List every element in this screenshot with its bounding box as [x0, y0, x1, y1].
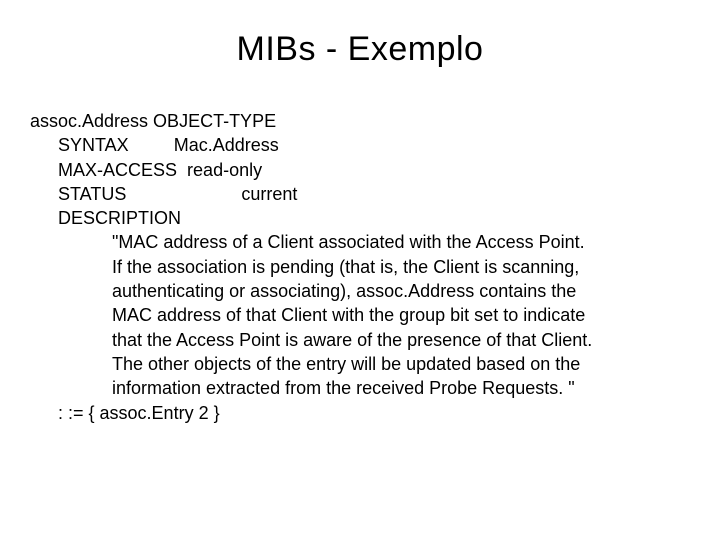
object-declaration: assoc.Address OBJECT-TYPE: [30, 109, 690, 133]
slide-title: MIBs - Exemplo: [30, 30, 690, 69]
status-value: current: [241, 184, 297, 204]
description-line: MAC address of that Client with the grou…: [112, 303, 690, 327]
description-line: that the Access Point is aware of the pr…: [112, 328, 690, 352]
syntax-value: Mac.Address: [174, 135, 279, 155]
description-key-line: DESCRIPTION: [58, 206, 690, 230]
status-key: STATUS: [58, 184, 126, 204]
syntax-key: SYNTAX: [58, 135, 129, 155]
description-line: The other objects of the entry will be u…: [112, 352, 690, 376]
max-access-line: MAX-ACCESS read-only: [58, 158, 690, 182]
description-line: information extracted from the received …: [112, 376, 690, 400]
description-line: If the association is pending (that is, …: [112, 255, 690, 279]
slide: MIBs - Exemplo assoc.Address OBJECT-TYPE…: [0, 0, 720, 540]
max-access-key: MAX-ACCESS: [58, 160, 177, 180]
syntax-line: SYNTAX Mac.Address: [58, 133, 690, 157]
assignment-line: : := { assoc.Entry 2 }: [58, 401, 690, 425]
status-line: STATUS current: [58, 182, 690, 206]
description-line: authenticating or associating), assoc.Ad…: [112, 279, 690, 303]
max-access-value: read-only: [187, 160, 262, 180]
mib-definition: assoc.Address OBJECT-TYPE SYNTAX Mac.Add…: [30, 109, 690, 425]
description-line: "MAC address of a Client associated with…: [112, 230, 690, 254]
